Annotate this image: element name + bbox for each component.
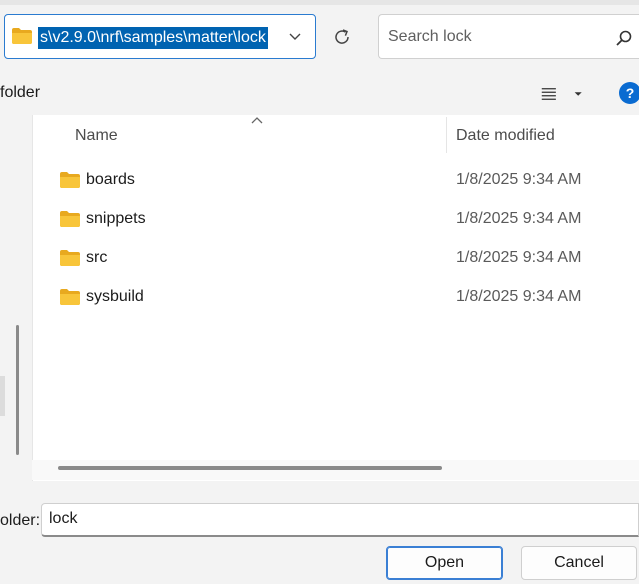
- address-path[interactable]: s\v2.9.0\nrf\samples\matter\lock: [38, 27, 268, 49]
- folder-icon: [60, 289, 80, 305]
- view-list-icon: [541, 88, 556, 100]
- list-item[interactable]: src 1/8/2025 9:34 AM: [32, 240, 639, 276]
- folder-icon: [60, 172, 80, 188]
- file-name: src: [86, 249, 108, 266]
- new-folder-label[interactable]: folder: [0, 84, 40, 102]
- sort-ascending-icon: [251, 117, 263, 124]
- open-button[interactable]: Open: [386, 546, 503, 580]
- refresh-icon: [335, 28, 349, 44]
- caret-down-icon: [574, 92, 582, 96]
- column-divider[interactable]: [446, 117, 447, 153]
- nav-selected-indicator: [0, 376, 5, 416]
- refresh-button[interactable]: [322, 14, 362, 59]
- list-item[interactable]: boards 1/8/2025 9:34 AM: [32, 162, 639, 198]
- nav-scrollbar[interactable]: [16, 325, 19, 455]
- file-dialog: s\v2.9.0\nrf\samples\matter\lock Search …: [0, 0, 639, 584]
- file-name: snippets: [86, 210, 146, 227]
- address-bar[interactable]: s\v2.9.0\nrf\samples\matter\lock: [4, 14, 316, 59]
- file-date: 1/8/2025 9:34 AM: [456, 210, 582, 227]
- file-date: 1/8/2025 9:34 AM: [456, 288, 582, 305]
- folder-field-label: older:: [0, 512, 41, 529]
- title-strip: [0, 0, 639, 5]
- search-placeholder: Search lock: [388, 28, 472, 45]
- navigation-pane[interactable]: [0, 115, 30, 480]
- list-item[interactable]: snippets 1/8/2025 9:34 AM: [32, 201, 639, 237]
- folder-name-input[interactable]: lock: [41, 503, 639, 537]
- list-item[interactable]: sysbuild 1/8/2025 9:34 AM: [32, 279, 639, 315]
- horizontal-scrollbar[interactable]: [58, 466, 442, 470]
- file-name: boards: [86, 171, 135, 188]
- column-header-date-modified[interactable]: Date modified: [456, 127, 555, 145]
- view-options-button[interactable]: [540, 82, 584, 106]
- folder-icon: [60, 250, 80, 266]
- file-name: sysbuild: [86, 288, 144, 305]
- cancel-button[interactable]: Cancel: [521, 546, 637, 580]
- horizontal-scrollbar-track[interactable]: [32, 460, 639, 480]
- chevron-down-icon[interactable]: [287, 28, 303, 44]
- help-button[interactable]: ?: [619, 82, 639, 104]
- column-header-name[interactable]: Name: [75, 127, 118, 145]
- folder-icon: [12, 28, 32, 44]
- folder-icon: [60, 211, 80, 227]
- search-box[interactable]: Search lock: [378, 14, 639, 59]
- file-date: 1/8/2025 9:34 AM: [456, 249, 582, 266]
- file-date: 1/8/2025 9:34 AM: [456, 171, 582, 188]
- search-icon[interactable]: [615, 29, 633, 47]
